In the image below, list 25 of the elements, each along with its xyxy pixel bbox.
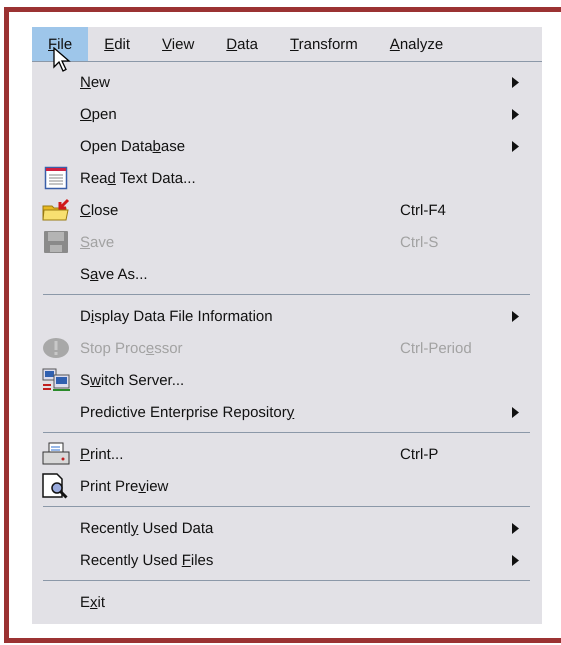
folder-icon	[41, 198, 71, 222]
printer-icon	[41, 442, 71, 466]
stop-icon	[42, 337, 70, 359]
menu-item[interactable]: Recently Used Files	[32, 544, 542, 576]
menu-item[interactable]: Predictive Enterprise Repository	[32, 396, 542, 428]
document-icon	[44, 166, 68, 190]
menu-item[interactable]: Save As...	[32, 258, 542, 290]
menu-item[interactable]: Exit	[32, 586, 542, 618]
menu-item[interactable]: Print Preview	[32, 470, 542, 502]
menu-item[interactable]: Open	[32, 98, 542, 130]
menu-item[interactable]: New	[32, 66, 542, 98]
menu-bar-item[interactable]: View	[146, 27, 210, 61]
menu-item[interactable]: Display Data File Information	[32, 300, 542, 332]
menu-bar-item[interactable]: File	[32, 27, 88, 61]
menu-bar-item[interactable]: Transform	[274, 27, 374, 61]
menu-item[interactable]: Read Text Data...	[32, 162, 542, 194]
menu-item[interactable]: Close Ctrl-F4	[32, 194, 542, 226]
menu-item[interactable]: Print... Ctrl-P	[32, 438, 542, 470]
menu-item[interactable]: Open Database	[32, 130, 542, 162]
menu-item[interactable]: Recently Used Data	[32, 512, 542, 544]
menu-bar-item[interactable]: Data	[210, 27, 274, 61]
computers-icon	[41, 368, 71, 392]
menu-item[interactable]: Switch Server...	[32, 364, 542, 396]
menu-bar-item[interactable]: Analyze	[374, 27, 460, 61]
menu-bar-item[interactable]: Edit	[88, 27, 146, 61]
